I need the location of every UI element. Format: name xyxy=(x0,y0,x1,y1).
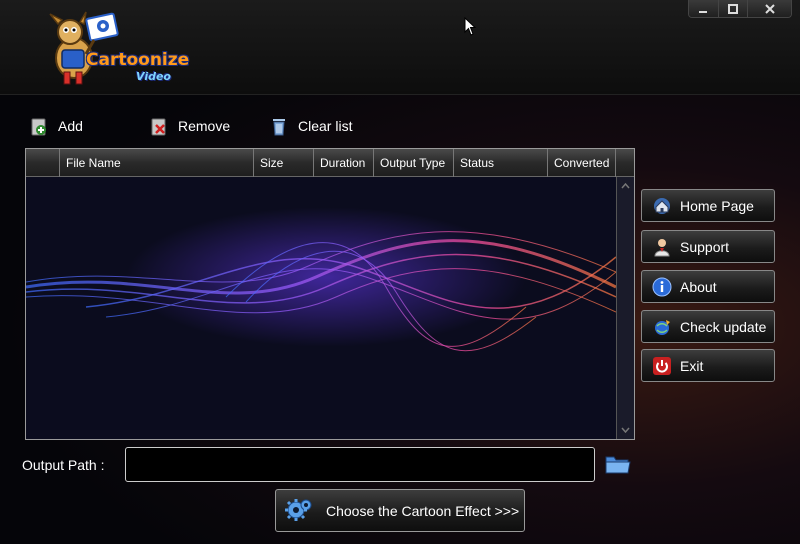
app-window: Cartoonize Video Add Remove Clear list F… xyxy=(0,0,800,544)
gear-icon xyxy=(285,498,312,521)
check-update-button[interactable]: Check update xyxy=(641,310,775,343)
list-header: File Name Size Duration Output Type Stat… xyxy=(26,149,634,177)
choose-cartoon-effect-label: Choose the Cartoon Effect >>> xyxy=(326,502,520,519)
exit-label: Exit xyxy=(680,357,704,374)
column-spacer xyxy=(616,149,634,177)
support-button[interactable]: Support xyxy=(641,230,775,263)
column-duration[interactable]: Duration xyxy=(314,149,374,177)
clear-list-label: Clear list xyxy=(298,118,353,134)
check-update-label: Check update xyxy=(680,318,767,335)
close-icon xyxy=(764,4,775,14)
close-button[interactable] xyxy=(748,0,791,17)
column-file-name[interactable]: File Name xyxy=(60,149,254,177)
chevron-up-icon xyxy=(621,183,630,189)
vertical-scrollbar[interactable] xyxy=(616,177,634,439)
update-globe-icon xyxy=(655,319,670,335)
column-converted[interactable]: Converted xyxy=(548,149,616,177)
support-label: Support xyxy=(680,238,730,255)
file-list[interactable]: File Name Size Duration Output Type Stat… xyxy=(25,148,635,440)
home-icon xyxy=(654,197,670,214)
add-label: Add xyxy=(58,118,83,134)
folder-icon xyxy=(605,456,631,474)
header-bar: Cartoonize Video xyxy=(0,0,800,95)
add-button[interactable]: Add xyxy=(30,114,83,138)
power-icon xyxy=(653,356,671,375)
add-file-icon xyxy=(31,118,46,136)
mouse-cursor-icon xyxy=(464,17,477,36)
remove-button[interactable]: Remove xyxy=(150,114,230,138)
window-controls xyxy=(688,0,792,18)
column-select[interactable] xyxy=(26,149,60,177)
chevron-down-icon xyxy=(621,427,630,433)
logo-subtitle: Video xyxy=(136,70,171,83)
remove-label: Remove xyxy=(178,118,231,134)
maximize-icon xyxy=(727,4,738,14)
app-logo: Cartoonize Video xyxy=(36,10,189,90)
remove-file-icon xyxy=(151,118,166,136)
scroll-down-button[interactable] xyxy=(617,423,634,437)
about-label: About xyxy=(680,278,717,295)
maximize-button[interactable] xyxy=(718,0,749,17)
minimize-button[interactable] xyxy=(689,0,719,17)
support-person-icon xyxy=(654,238,670,256)
logo-title: Cartoonize xyxy=(86,50,190,70)
info-icon xyxy=(652,277,672,296)
home-page-label: Home Page xyxy=(680,197,754,214)
column-output-type[interactable]: Output Type xyxy=(374,149,454,177)
trash-icon xyxy=(273,119,285,136)
scroll-up-button[interactable] xyxy=(617,179,634,193)
choose-cartoon-effect-button[interactable]: Choose the Cartoon Effect >>> xyxy=(275,489,525,532)
output-path-label: Output Path : xyxy=(22,457,105,473)
output-path-input[interactable] xyxy=(125,447,595,482)
column-status[interactable]: Status xyxy=(454,149,548,177)
column-size[interactable]: Size xyxy=(254,149,314,177)
clear-list-button[interactable]: Clear list xyxy=(270,114,352,138)
wave-background-image xyxy=(26,177,616,439)
minimize-icon xyxy=(699,11,708,13)
exit-button[interactable]: Exit xyxy=(641,349,775,382)
home-page-button[interactable]: Home Page xyxy=(641,189,775,222)
about-button[interactable]: About xyxy=(641,270,775,303)
browse-folder-button[interactable] xyxy=(605,453,631,475)
